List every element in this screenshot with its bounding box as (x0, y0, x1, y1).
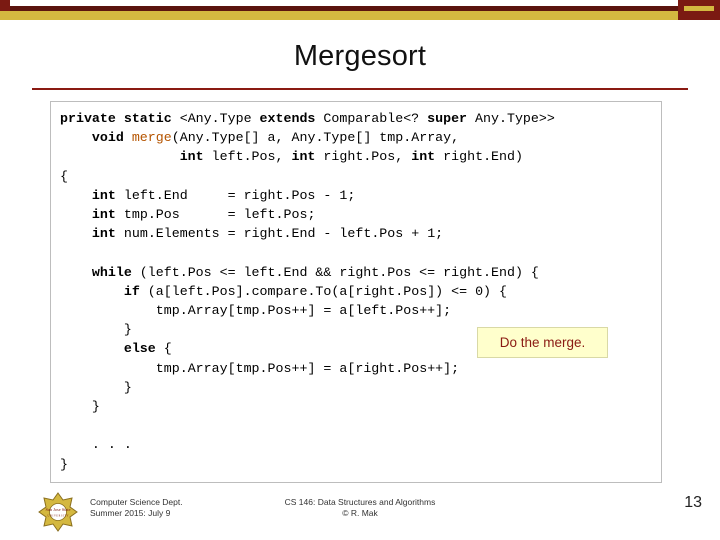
callout-do-the-merge: Do the merge. (477, 327, 608, 358)
code-line: int left.Pos, int right.Pos, int right.E… (179, 149, 523, 165)
code-line: void merge(Any.Type[] a, Any.Type[] tmp.… (91, 130, 460, 146)
code-line: int tmp.Pos = left.Pos; (91, 207, 316, 223)
top-right-gold-accent (684, 6, 714, 11)
code-line: . . . (60, 437, 132, 453)
callout-label: Do the merge. (499, 335, 586, 350)
slide-root: Mergesort private static <Any.Type exten… (0, 0, 720, 540)
code-line: } (60, 379, 132, 395)
code-line: tmp.Array[tmp.Pos++] = a[left.Pos++]; (155, 303, 452, 319)
top-gold-bar (0, 11, 720, 20)
title-underline-rule (32, 88, 688, 90)
code-line: int num.Elements = right.End - left.Pos … (91, 226, 444, 242)
code-line: } (60, 456, 68, 472)
code-line: tmp.Array[tmp.Pos++] = a[right.Pos++]; (155, 360, 460, 376)
top-inner-dark-bar (10, 6, 678, 11)
code-line: if (a[left.Pos].compare.To(a[right.Pos])… (123, 283, 507, 299)
code-line: private static <Any.Type extends Compara… (60, 111, 555, 126)
page-number: 13 (684, 494, 702, 511)
footer-copyright: © R. Mak (342, 508, 378, 518)
code-listing: private static <Any.Type extends Compara… (60, 109, 700, 474)
code-line: { (60, 168, 68, 184)
footer-course: CS 146: Data Structures and Algorithms (284, 497, 436, 507)
footer-center: CS 146: Data Structures and Algorithms ©… (0, 497, 720, 519)
code-line: while (left.Pos <= left.End && right.Pos… (91, 264, 539, 280)
page-title: Mergesort (293, 40, 427, 72)
code-line: int left.End = right.Pos - 1; (91, 187, 356, 203)
code-line: } (60, 399, 100, 415)
